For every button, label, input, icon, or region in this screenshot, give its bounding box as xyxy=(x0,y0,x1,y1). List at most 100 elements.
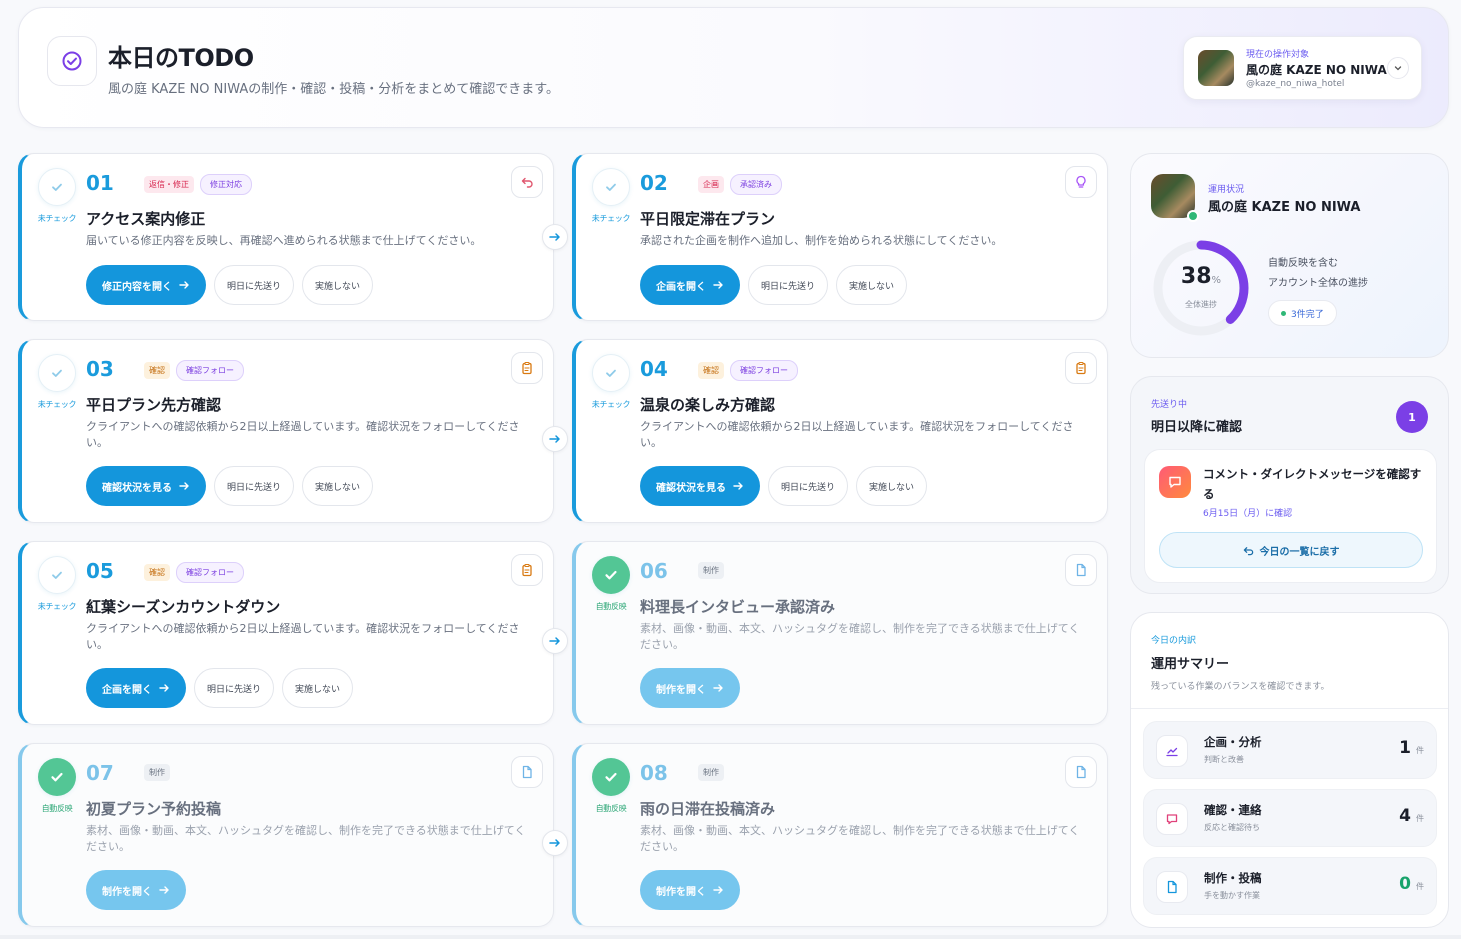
progress-note-2: アカウント全体の進捗 xyxy=(1268,278,1368,289)
task-actions: 企画を開く 明日に先送り 実施しない xyxy=(640,265,908,305)
postpone-button[interactable]: 明日に先送り xyxy=(768,466,849,506)
arrow-right-icon[interactable] xyxy=(542,830,568,856)
task-check-toggle[interactable]: 未チェック xyxy=(584,168,638,224)
task-status-label: 未チェック xyxy=(37,602,77,611)
check-icon xyxy=(38,758,76,796)
task-description: 素材、画像・動画、本文、ハッシュタグを確認し、制作を完了できる状態まで仕上げてく… xyxy=(640,622,1080,651)
summary-panel: 今日の内訳 運用サマリー 残っている作業のバランスを確認できます。 企画・分析 … xyxy=(1130,612,1449,928)
skip-button[interactable]: 実施しない xyxy=(302,265,374,305)
task-title: 初夏プラン予約投稿 xyxy=(86,800,222,818)
skip-button[interactable]: 実施しない xyxy=(282,668,354,708)
check-icon xyxy=(592,354,630,392)
task-actions: 制作を開く xyxy=(640,870,740,910)
postponed-label: 先送り中 xyxy=(1151,400,1188,410)
summary-row[interactable]: 制作・投稿 手を動かす作業 0件 xyxy=(1143,857,1437,915)
arrow-right-icon[interactable] xyxy=(542,224,568,250)
summary-row[interactable]: 確認・連絡 反応と確認待ち 4件 xyxy=(1143,789,1437,847)
task-title: 平日プラン先方確認 xyxy=(86,396,222,414)
task-primary-button[interactable]: 企画を開く xyxy=(86,668,186,708)
clipboard-icon[interactable] xyxy=(511,554,543,586)
task-check-toggle[interactable]: 未チェック xyxy=(584,354,638,410)
arrow-right-icon xyxy=(713,886,723,894)
arrow-right-icon[interactable] xyxy=(542,426,568,452)
arrow-right-icon[interactable] xyxy=(542,628,568,654)
task-card[interactable]: 自動反映 06 制作 料理長インタビュー承認済み 素材、画像・動画、本文、ハッシュタグを… xyxy=(572,541,1108,725)
task-number: 01 xyxy=(86,171,114,195)
task-check-toggle[interactable]: 自動反映 xyxy=(584,758,638,814)
task-tags: 確認 確認フォロー xyxy=(144,360,244,381)
chevron-down-icon[interactable] xyxy=(1387,57,1409,79)
page-subtitle: 風の庭 KAZE NO NIWAの制作・確認・投稿・分析をまとめて確認できます。 xyxy=(108,82,559,97)
progress-label: 運用状況 xyxy=(1208,185,1245,195)
task-primary-button[interactable]: 確認状況を見る xyxy=(640,466,760,506)
summary-row-title: 制作・投稿 xyxy=(1204,871,1262,885)
task-primary-button[interactable]: 確認状況を見る xyxy=(86,466,206,506)
task-primary-button[interactable]: 企画を開く xyxy=(640,265,740,305)
account-avatar xyxy=(1198,50,1234,86)
task-card[interactable]: 未チェック 04 確認 確認フォロー 温泉の楽しみ方確認 クライアントへの確認依頼から2日… xyxy=(572,339,1108,523)
task-tags: 制作 xyxy=(698,764,724,781)
task-description: クライアントへの確認依頼から2日以上経過しています。確認状況をフォローしてくださ… xyxy=(86,420,520,449)
lightbulb-icon[interactable] xyxy=(1065,166,1097,198)
task-check-toggle[interactable]: 自動反映 xyxy=(584,556,638,612)
task-card[interactable]: 未チェック 02 企画 承認済み 平日限定滞在プラン 承認された企画を制作へ追加し、制作を… xyxy=(572,153,1108,321)
summary-row-count: 0件 xyxy=(1399,874,1424,894)
account-switcher[interactable]: 現在の操作対象 風の庭 KAZE NO NIWA @kaze_no_niwa_h… xyxy=(1183,36,1422,100)
postpone-button[interactable]: 明日に先送り xyxy=(214,466,295,506)
skip-button[interactable]: 実施しない xyxy=(856,466,928,506)
task-card[interactable]: 自動反映 08 制作 雨の日滞在投稿済み 素材、画像・動画、本文、ハッシュタグを確認し、… xyxy=(572,743,1108,927)
document-icon[interactable] xyxy=(511,756,543,788)
progress-panel: 運用状況 風の庭 KAZE NO NIWA 38% 全体進捗 自動反映を含む ア… xyxy=(1130,153,1449,358)
status-dot xyxy=(1281,310,1286,316)
task-status-label: 未チェック xyxy=(37,214,77,223)
task-status-label: 未チェック xyxy=(591,400,631,409)
task-card[interactable]: 未チェック 03 確認 確認フォロー平日プラン先方確認クライアントへの確認依頼から2日… xyxy=(18,339,554,523)
page-header: 本日のTODO 風の庭 KAZE NO NIWAの制作・確認・投稿・分析をまとめ… xyxy=(18,7,1449,128)
skip-button[interactable]: 実施しない xyxy=(302,466,374,506)
check-icon xyxy=(592,758,630,796)
task-actions: 企画を開く 明日に先送り 実施しない xyxy=(86,668,354,708)
skip-button[interactable]: 実施しない xyxy=(836,265,908,305)
task-primary-button[interactable]: 制作を開く xyxy=(86,870,186,910)
task-card[interactable]: 自動反映 07 制作 初夏プラン予約投稿 素材、画像・動画、本文、ハッシュタグを確認し、… xyxy=(18,743,554,927)
document-icon[interactable] xyxy=(1065,554,1097,586)
task-check-toggle[interactable]: 未チェック xyxy=(30,556,84,612)
task-check-toggle[interactable]: 未チェック xyxy=(30,354,84,410)
task-description: 届いている修正内容を反映し、再確認へ進められる状態まで仕上げてください。 xyxy=(86,234,482,247)
task-status-label: 自動反映 xyxy=(41,804,73,813)
summary-row[interactable]: 企画・分析 判断と改善 1件 xyxy=(1143,721,1437,779)
task-check-toggle[interactable]: 未チェック xyxy=(30,168,84,224)
task-tag: 承認済み xyxy=(730,174,782,195)
task-number: 03 xyxy=(86,357,114,381)
task-primary-button[interactable]: 修正内容を開く xyxy=(86,265,206,305)
task-title: 雨の日滞在投稿済み xyxy=(640,800,776,818)
arrow-right-icon xyxy=(713,684,723,692)
undo-icon[interactable] xyxy=(511,166,543,198)
postpone-button[interactable]: 明日に先送り xyxy=(748,265,829,305)
completed-badge: 3件完了 xyxy=(1268,300,1337,326)
task-description: クライアントへの確認依頼から2日以上経過しています。確認状況をフォローしてくださ… xyxy=(640,420,1074,449)
summary-title: 運用サマリー xyxy=(1151,657,1230,672)
postponed-item: コメント・ダイレクトメッセージを確認する 6月15日（月）に確認 今日の一覧に戻… xyxy=(1144,449,1437,583)
task-card[interactable]: 未チェック 05 確認 確認フォロー 紅葉シーズンカウントダウン クライアントへの確認依頼… xyxy=(18,541,554,725)
summary-row-title: 確認・連絡 xyxy=(1204,803,1262,817)
task-number: 07 xyxy=(86,761,114,785)
task-actions: 制作を開く xyxy=(640,668,740,708)
clipboard-icon[interactable] xyxy=(511,352,543,384)
task-primary-button[interactable]: 制作を開く xyxy=(640,668,740,708)
return-to-today-button[interactable]: 今日の一覧に戻す xyxy=(1159,532,1423,568)
task-tag: 修正対応 xyxy=(200,174,252,195)
check-icon xyxy=(592,556,630,594)
postpone-button[interactable]: 明日に先送り xyxy=(214,265,295,305)
task-primary-button[interactable]: 制作を開く xyxy=(640,870,740,910)
postponed-panel: 先送り中 明日以降に確認 1 コメント・ダイレクトメッセージを確認する 6月15… xyxy=(1130,376,1449,594)
chat-icon xyxy=(1156,803,1188,835)
document-icon[interactable] xyxy=(1065,756,1097,788)
task-card[interactable]: 未チェック 01 返信・修正 修正対応 アクセス案内修正 届いている修正内容を反映し、再確… xyxy=(18,153,554,321)
task-check-toggle[interactable]: 自動反映 xyxy=(30,758,84,814)
task-actions: 修正内容を開く 明日に先送り 実施しない xyxy=(86,265,374,305)
task-description: クライアントへの確認依頼から2日以上経過しています。確認状況をフォローしてくださ… xyxy=(86,622,520,651)
postpone-button[interactable]: 明日に先送り xyxy=(194,668,275,708)
clipboard-icon[interactable] xyxy=(1065,352,1097,384)
task-number: 02 xyxy=(640,171,668,195)
